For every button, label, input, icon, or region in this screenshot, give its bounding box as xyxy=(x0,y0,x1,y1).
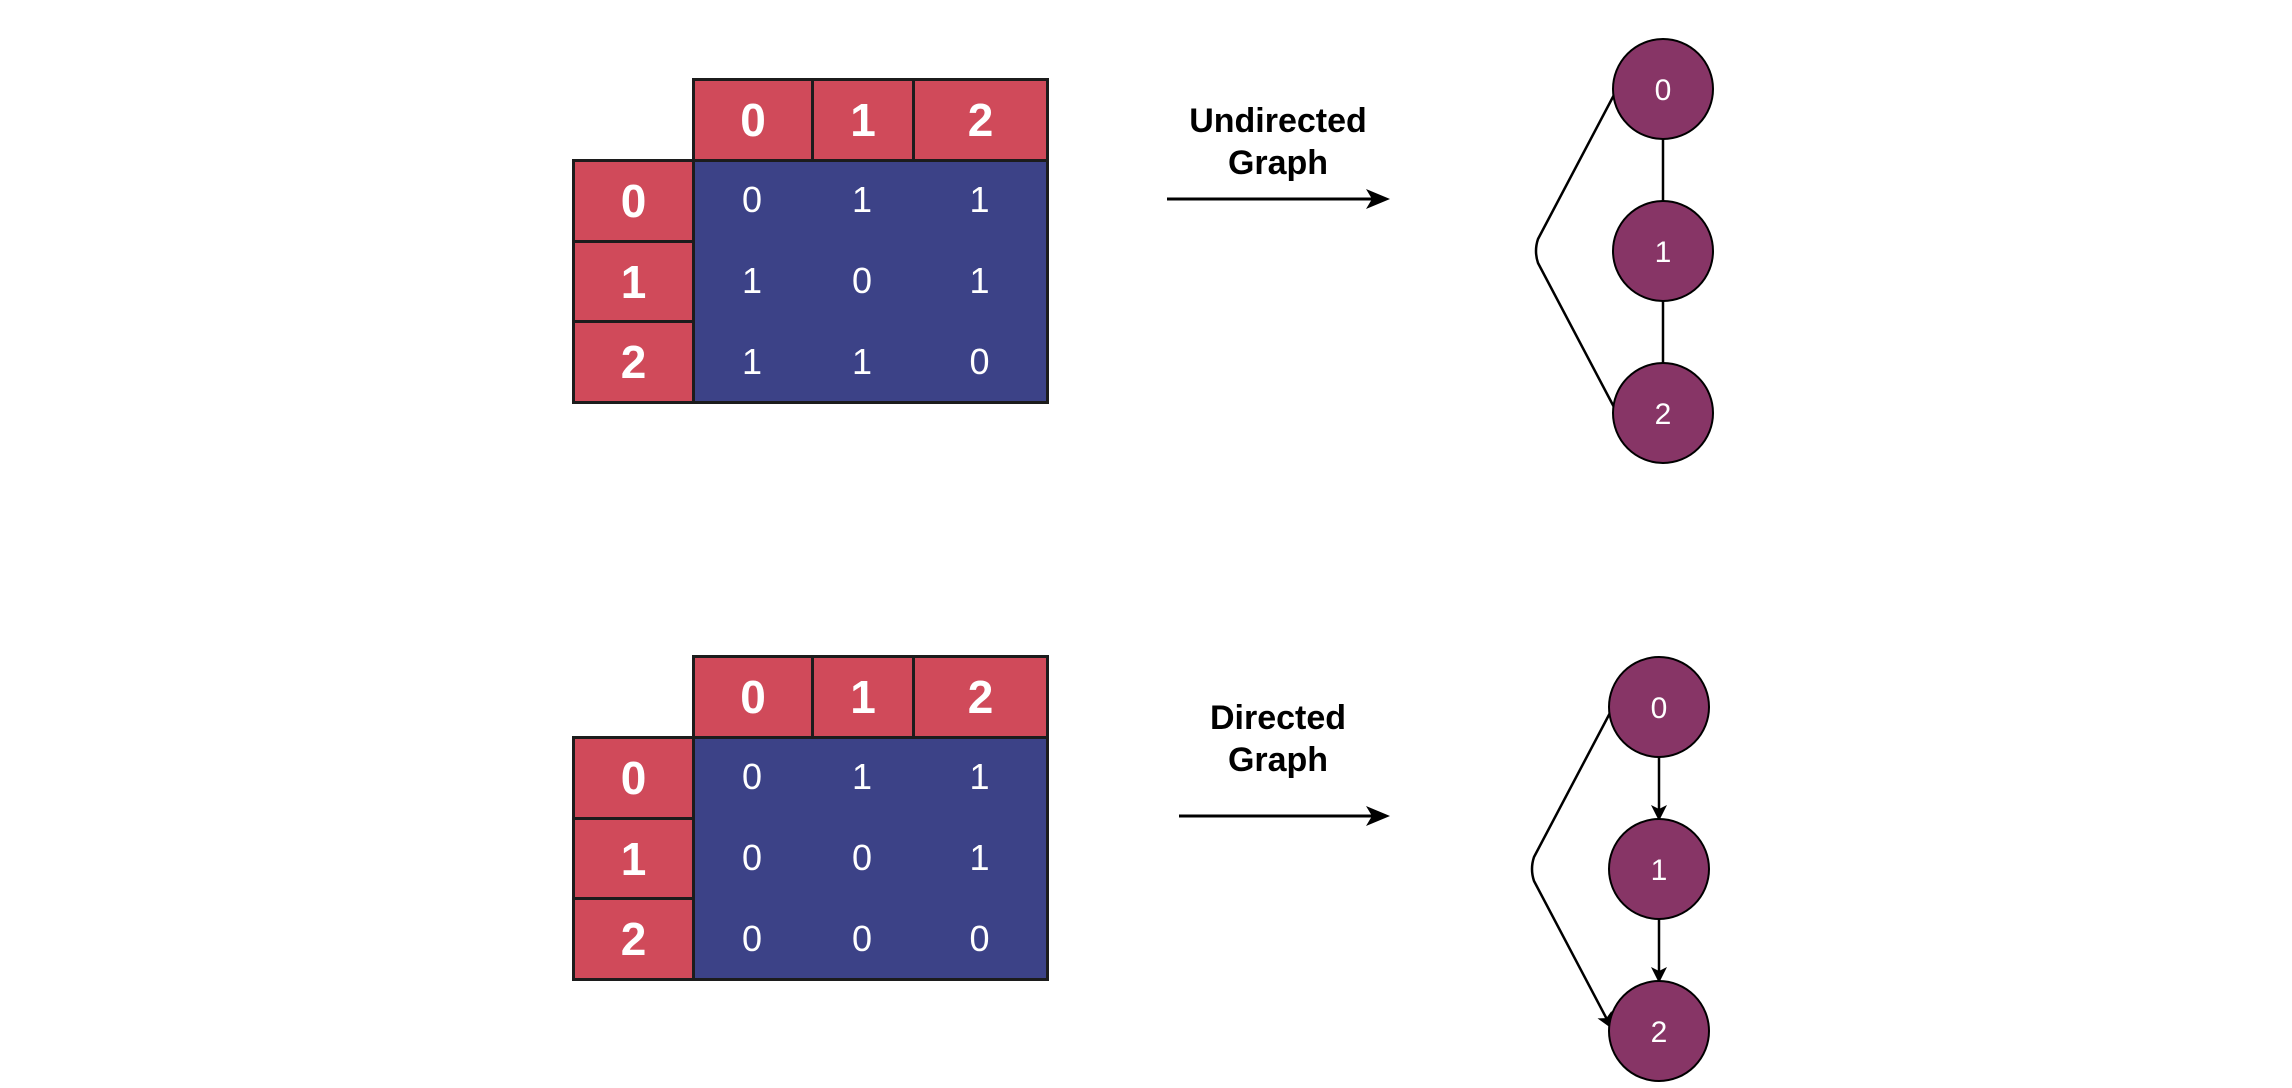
undirected-transform-arrow xyxy=(1167,189,1390,209)
node-label: 0 xyxy=(1651,692,1668,725)
node-label: 0 xyxy=(1655,74,1672,107)
graph-node: 1 xyxy=(1612,200,1714,302)
graphs-canvas: 0 1 2 0 1 2 xyxy=(1167,38,1714,1082)
graph-edge-0-2 xyxy=(1530,710,1613,1029)
node-label: 2 xyxy=(1651,1016,1668,1049)
graph-node: 0 xyxy=(1608,656,1710,758)
graph-node: 1 xyxy=(1608,818,1710,920)
undirected-graph-nodes: 0 1 2 xyxy=(1612,38,1714,464)
node-label: 1 xyxy=(1651,854,1668,887)
directed-graph-nodes: 0 1 2 xyxy=(1608,656,1710,1082)
node-label: 1 xyxy=(1655,236,1672,269)
directed-transform-arrow xyxy=(1179,806,1390,826)
graph-edge-0-2 xyxy=(1534,92,1617,410)
graph-node: 0 xyxy=(1612,38,1714,140)
node-label: 2 xyxy=(1655,398,1672,431)
graph-node: 2 xyxy=(1608,980,1710,1082)
graph-node: 2 xyxy=(1612,362,1714,464)
